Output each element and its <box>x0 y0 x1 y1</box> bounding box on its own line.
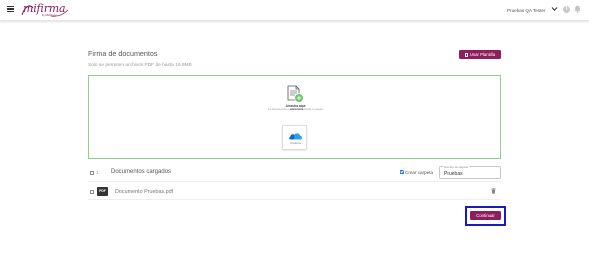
file-dropzone[interactable]: Arrastra aquí tus documentos o seleccion… <box>88 75 501 159</box>
dropzone-hint-prefix: tus documentos o <box>267 108 289 111</box>
create-folder-label[interactable]: Crear carpeta <box>405 170 433 175</box>
file-checkbox[interactable] <box>90 190 95 195</box>
add-document-icon <box>287 85 304 103</box>
folder-name-legend: Nombre de carpeta <box>443 164 469 169</box>
folder-name-field[interactable]: Nombre de carpeta <box>439 164 501 179</box>
chevron-down-icon[interactable] <box>551 6 558 12</box>
create-folder-checkbox[interactable] <box>400 170 405 175</box>
trash-icon[interactable] <box>491 188 496 194</box>
use-template-button[interactable]: Usar Plantilla <box>459 50 501 59</box>
file-row: PDF Documento Pruebas.pdf <box>88 183 501 200</box>
page-title: Firma de documentos <box>88 49 158 58</box>
dropzone-hint: tus documentos o selecciona desde tu equ… <box>89 108 502 111</box>
documents-count: 1 <box>96 170 99 175</box>
onedrive-button[interactable]: OneDrive <box>282 125 307 150</box>
pdf-file-icon: PDF <box>97 187 108 196</box>
document-icon <box>464 52 469 57</box>
select-all-checkbox[interactable] <box>90 171 95 176</box>
folder-name-input[interactable] <box>444 170 494 177</box>
top-bar: mifirma by Multinivel Pruebas QA Tester … <box>0 0 589 21</box>
dropzone-hint-suffix: desde tu equipo <box>304 108 324 111</box>
dropzone-select-link[interactable]: selecciona <box>290 108 304 111</box>
onedrive-label: OneDrive <box>290 142 301 145</box>
documents-header-label: Documentos cargados <box>111 169 172 175</box>
page-subtitle: Solo se permiten archivos PDF de hasta 1… <box>88 63 192 68</box>
use-template-label: Usar Plantilla <box>469 52 496 57</box>
bell-icon[interactable] <box>574 5 581 13</box>
documents-header-row: 1 Documentos cargados Crear carpeta Nomb… <box>88 164 501 182</box>
continue-button[interactable]: Continuar <box>470 211 501 220</box>
user-name[interactable]: Pruebas QA Tester <box>507 8 545 13</box>
file-name: Documento Pruebas.pdf <box>115 189 174 195</box>
brand-tagline: by Multinivel <box>42 14 57 17</box>
info-icon[interactable]: i <box>563 6 570 13</box>
onedrive-cloud-icon <box>289 133 302 140</box>
menu-icon[interactable] <box>7 6 14 13</box>
